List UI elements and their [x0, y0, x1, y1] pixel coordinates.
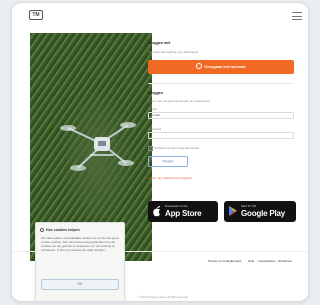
cookie-banner: Hoe cookies helpen We slaan alleen noodz…: [35, 222, 125, 301]
app-store-caption: Download on the: [165, 204, 188, 208]
footer-link-help[interactable]: Help: [248, 259, 254, 263]
login-subtitle: Log in met uw gebruikersnaam en wachtwoo…: [148, 99, 211, 103]
google-play-label: Google Play: [241, 209, 286, 218]
cookie-icon: [40, 228, 44, 232]
forgot-password-link[interactable]: Ik ben mijn wachtwoord vergeten: [148, 176, 192, 180]
password-field[interactable]: [148, 132, 294, 139]
remember-label: Onthoud mij voor volgende sessie: [154, 146, 200, 150]
apple-icon: [153, 206, 160, 217]
cookie-ok-button[interactable]: OK: [41, 279, 119, 290]
cookie-body: We slaan alleen noodzakelijke cookies op…: [41, 236, 119, 253]
cookie-title: Hoe cookies helpen: [46, 228, 80, 232]
app-store-label: App Store: [165, 209, 202, 218]
email-field[interactable]: E-mail: [148, 112, 294, 119]
continue-with-account-button[interactable]: Doorgaan met account: [148, 60, 294, 74]
remember-checkbox[interactable]: [148, 146, 153, 151]
app-frame: TM Inloggen met De enige aanmelding voor…: [11, 2, 309, 302]
user-icon: [196, 63, 203, 69]
google-play-caption: GET IT ON: [241, 204, 256, 208]
email-label: E-mail: [148, 107, 157, 111]
footer-link-privacy[interactable]: Privacy & Cookies: [208, 259, 232, 263]
login-panel: Inloggen met De enige aanmelding voor Sh…: [148, 33, 298, 223]
continue-button-label: Doorgaan met account: [204, 65, 246, 69]
google-play-icon: [229, 206, 237, 216]
logo[interactable]: TM: [29, 10, 43, 20]
footer-link-disclaimer[interactable]: Disclaimer: [278, 259, 292, 263]
footer-link-contact[interactable]: Contact: [231, 259, 241, 263]
hamburger-icon[interactable]: [292, 12, 302, 20]
top-bar: TM: [12, 3, 308, 31]
password-label: Password: [148, 127, 162, 131]
app-store-badge[interactable]: Download on the App Store: [148, 201, 218, 222]
section-subtitle: De enige aanmelding voor Sharepoint: [148, 50, 199, 54]
copyright-text: © 2023 Company Name. All rights reserved…: [138, 296, 189, 299]
section-title: Inloggen met: [148, 41, 171, 45]
login-title: Inloggen: [148, 91, 163, 95]
divider: [148, 83, 294, 84]
google-play-badge[interactable]: GET IT ON Google Play: [224, 201, 296, 222]
footer-link-terms[interactable]: Voorwaarden: [258, 259, 276, 263]
login-button[interactable]: Inloggen: [148, 156, 188, 167]
